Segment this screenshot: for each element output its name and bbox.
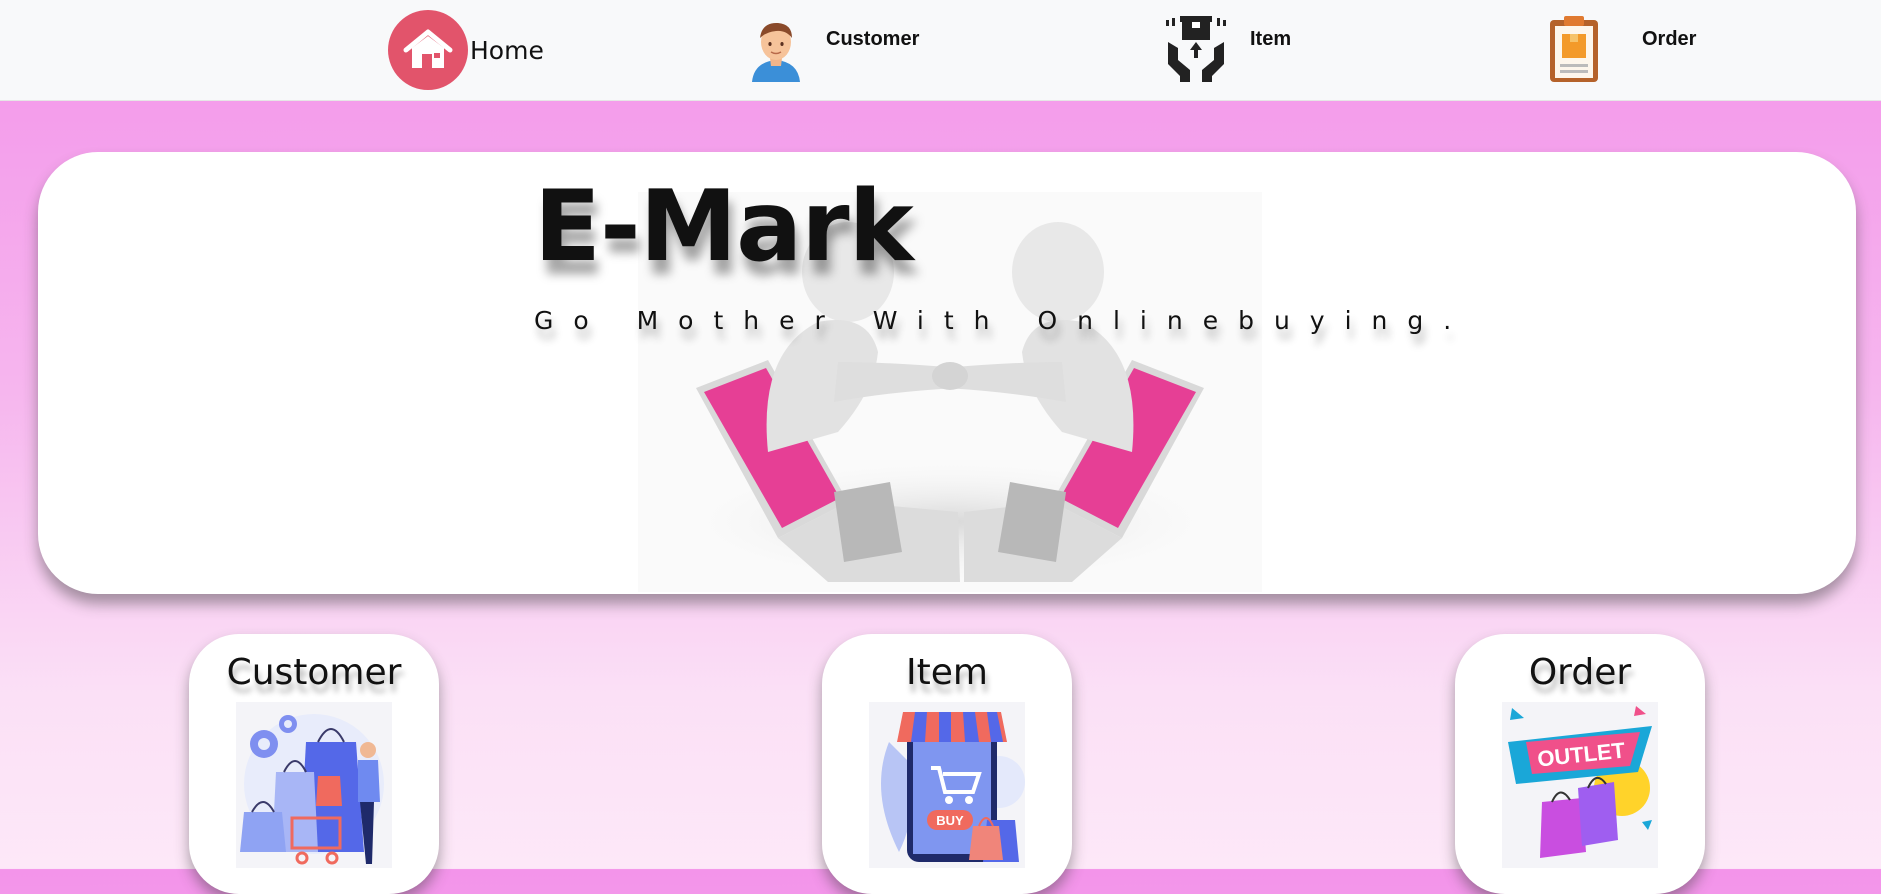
- nav-item-link[interactable]: Item: [1164, 14, 1291, 84]
- order-card-title: Order: [1528, 652, 1632, 693]
- order-outlet-illustration: OUTLET: [1502, 702, 1658, 868]
- customer-avatar-icon[interactable]: [748, 18, 804, 82]
- item-card[interactable]: Item BUY: [822, 634, 1072, 894]
- nav-item-label[interactable]: Item: [1250, 28, 1291, 51]
- order-card[interactable]: Order OUTLET: [1455, 634, 1705, 894]
- top-navbar: Home Customer Item Order: [0, 0, 1881, 101]
- nav-customer-link[interactable]: Customer: [748, 18, 919, 82]
- item-card-title: Item: [906, 652, 988, 693]
- order-clipboard-icon[interactable]: [1548, 14, 1600, 84]
- hero-title: E-Mark: [534, 170, 914, 284]
- hero-tagline: Go Mother With Onlinebuying.: [534, 306, 1472, 335]
- hero-banner: E-Mark Go Mother With Onlinebuying.: [38, 152, 1856, 594]
- customer-card[interactable]: Customer: [189, 634, 439, 894]
- nav-customer-label[interactable]: Customer: [826, 28, 919, 51]
- nav-order-label[interactable]: Order: [1642, 28, 1696, 51]
- nav-home-link[interactable]: Home: [388, 10, 544, 90]
- nav-order-link[interactable]: Order: [1548, 14, 1696, 84]
- customer-shopping-illustration: [236, 702, 392, 868]
- item-shop-illustration: BUY: [869, 702, 1025, 868]
- item-box-hands-icon[interactable]: [1164, 14, 1228, 84]
- nav-home-label[interactable]: Home: [470, 36, 544, 65]
- buy-badge-text: BUY: [936, 813, 964, 828]
- customer-card-title: Customer: [226, 652, 402, 693]
- home-icon[interactable]: [388, 10, 468, 90]
